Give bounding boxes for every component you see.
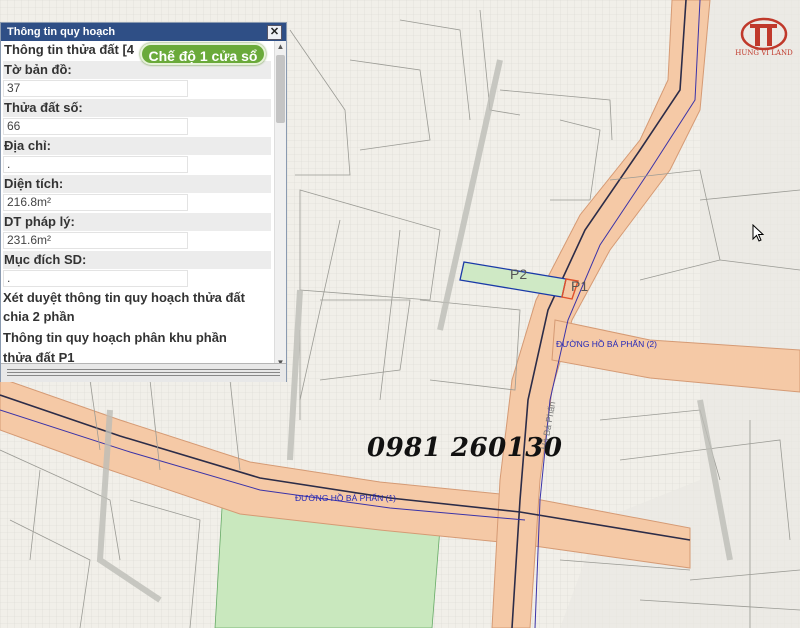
scroll-up-icon[interactable]: ▲ bbox=[275, 41, 286, 53]
close-button[interactable]: ✕ bbox=[267, 25, 282, 40]
road-label-2: ĐƯỜNG HỒ BÁ PHẤN (2) bbox=[556, 338, 657, 349]
zone-line-1: Thông tin quy hoạch phân khu phần bbox=[3, 330, 227, 345]
panel-body: Thông tin thửa đất [4 Tờ bản đồ: 37 Thửa… bbox=[1, 41, 273, 369]
phone-number-watermark: 0981 260130 bbox=[367, 433, 563, 463]
parcel-p2-label: P2 bbox=[510, 266, 527, 282]
mouse-cursor-icon bbox=[752, 224, 765, 242]
scroll-thumb[interactable] bbox=[276, 55, 285, 123]
planning-info-panel: Thông tin quy hoạch ✕ Thông tin thửa đất… bbox=[0, 22, 287, 382]
approval-line-1: Xét duyệt thông tin quy hoạch thửa đất bbox=[3, 290, 245, 305]
parcel-number-label: Thửa đất số: bbox=[3, 99, 271, 117]
road-label-1: ĐƯỜNG HỒ BÁ PHẤN (1) bbox=[295, 492, 396, 503]
approval-line-2: chia 2 phần bbox=[3, 309, 75, 324]
address-label: Địa chỉ: bbox=[3, 137, 271, 155]
panel-title: Thông tin quy hoạch ✕ bbox=[1, 23, 286, 41]
panel-resize-handle[interactable] bbox=[1, 363, 286, 382]
logo-text: HUNG VI LAND bbox=[735, 49, 793, 57]
parcel-p1-label: P1 bbox=[571, 278, 588, 294]
parcel-number-value: 66 bbox=[3, 118, 188, 135]
single-window-mode-button[interactable]: Chế độ 1 cửa sổ bbox=[140, 43, 266, 65]
area-label: Diện tích: bbox=[3, 175, 271, 193]
land-use-value: . bbox=[3, 270, 188, 287]
land-use-label: Mục đích SD: bbox=[3, 251, 271, 269]
panel-scrollbar[interactable]: ▲ ▼ bbox=[274, 41, 286, 369]
map-sheet-value: 37 bbox=[3, 80, 188, 97]
legal-area-label: DT pháp lý: bbox=[3, 213, 271, 231]
area-value: 216.8m² bbox=[3, 194, 188, 211]
address-value: . bbox=[3, 156, 188, 173]
panel-title-text: Thông tin quy hoạch bbox=[7, 26, 116, 38]
legal-area-value: 231.6m² bbox=[3, 232, 188, 249]
